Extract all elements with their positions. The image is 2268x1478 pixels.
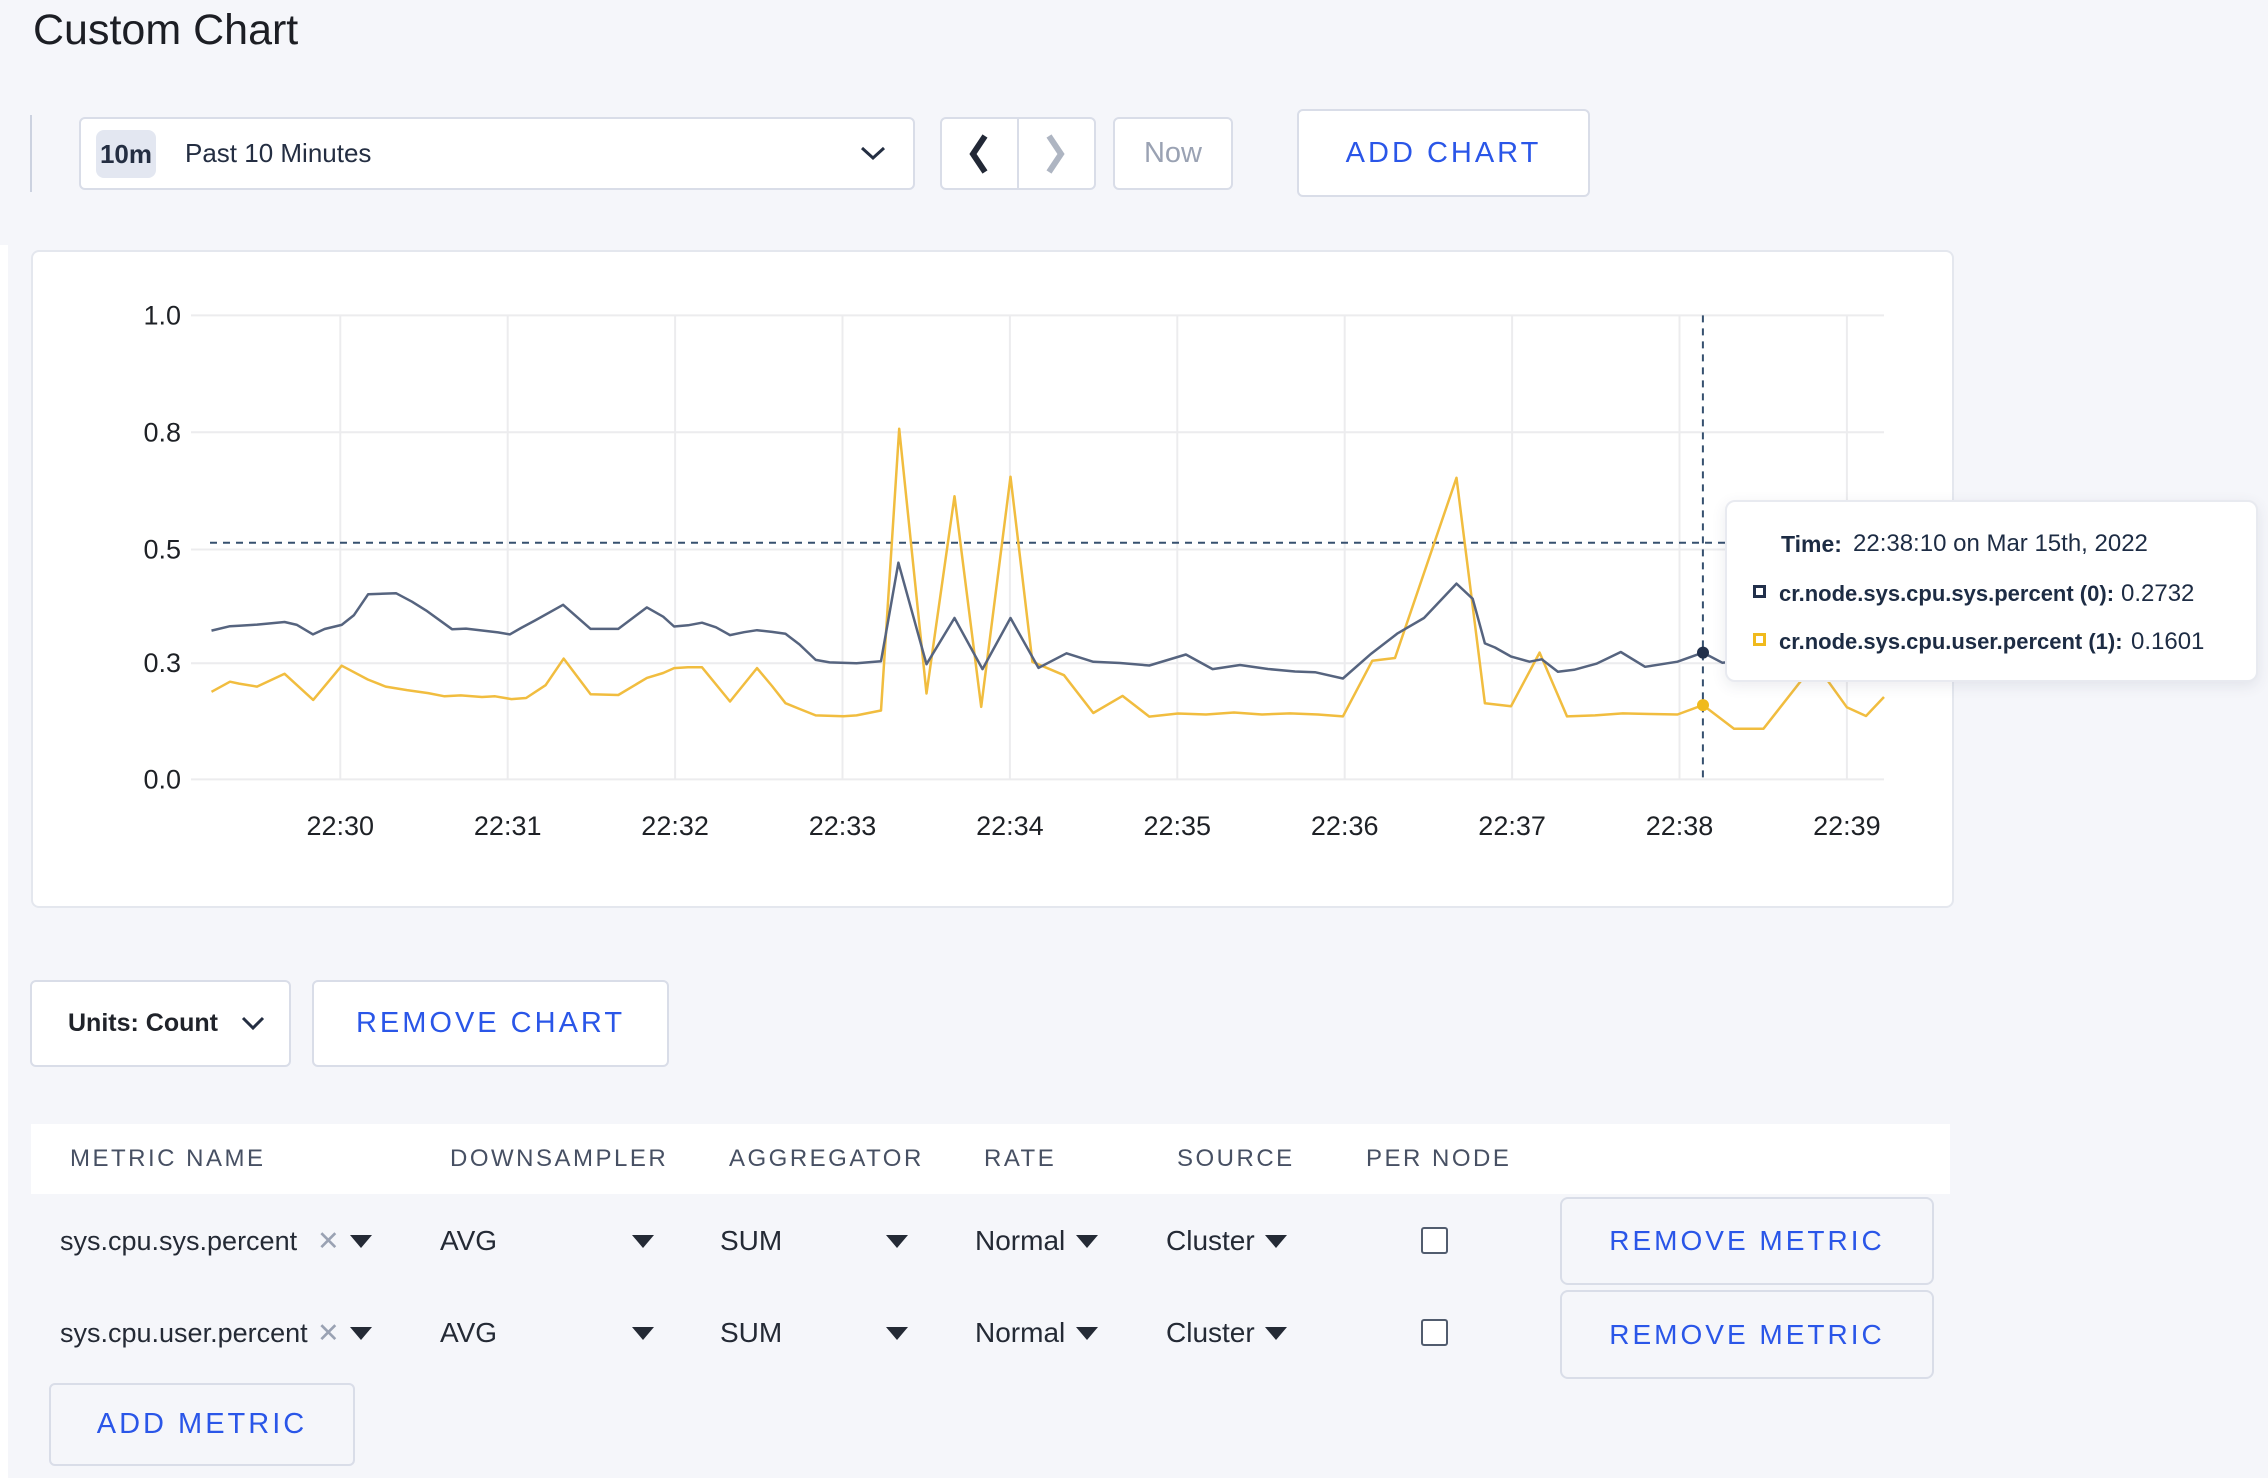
- svg-text:22:33: 22:33: [809, 811, 877, 841]
- svg-text:22:39: 22:39: [1813, 811, 1881, 841]
- svg-text:22:32: 22:32: [641, 811, 709, 841]
- svg-text:0.0: 0.0: [143, 764, 181, 794]
- svg-text:0.8: 0.8: [143, 417, 181, 447]
- svg-text:0.3: 0.3: [143, 648, 181, 678]
- svg-text:22:37: 22:37: [1478, 811, 1546, 841]
- svg-text:0.5: 0.5: [143, 535, 181, 565]
- svg-text:22:36: 22:36: [1311, 811, 1379, 841]
- svg-text:22:34: 22:34: [976, 811, 1044, 841]
- svg-text:22:35: 22:35: [1144, 811, 1212, 841]
- svg-text:22:30: 22:30: [307, 811, 375, 841]
- svg-text:22:38: 22:38: [1646, 811, 1714, 841]
- svg-text:22:31: 22:31: [474, 811, 542, 841]
- svg-text:1.0: 1.0: [143, 300, 181, 330]
